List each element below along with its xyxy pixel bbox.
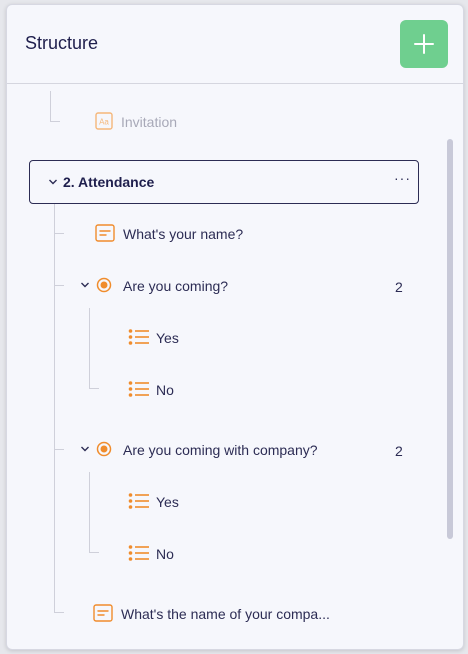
more-options-icon[interactable]: ··· [394,170,411,186]
svg-text:Aa: Aa [99,118,109,127]
panel-header: Structure [7,5,463,84]
chevron-down-icon[interactable] [80,445,90,453]
tree-guide [50,91,51,121]
radio-icon [96,277,112,293]
tree-item-label: Are you coming? [123,278,229,294]
tree-guide [89,552,99,553]
plus-icon [414,34,434,54]
list-option-icon [128,329,149,345]
list-option-icon [128,493,149,509]
panel-title: Structure [25,33,99,53]
list-option-icon [128,545,149,561]
option-label: No [156,546,174,562]
section-label: 2. Attendance [63,174,155,190]
section-attendance[interactable]: 2. Attendance ··· [29,160,419,204]
list-option-icon [128,381,149,397]
tree-guide [89,388,99,389]
tree-item-label: What's your name? [123,226,244,242]
option-count: 2 [395,443,403,459]
option-label: Yes [156,494,179,510]
option-label: Yes [156,330,179,346]
short-text-icon [95,224,115,242]
chevron-down-icon[interactable] [80,281,90,289]
tree-guide [54,285,64,286]
structure-panel: Structure Aa Invitation 2. Attendance ··… [6,4,464,650]
tree-item-label: Invitation [121,114,178,130]
option-label: No [156,382,174,398]
tree-guide [89,472,90,552]
tree-guide [54,202,55,612]
chevron-down-icon[interactable] [48,178,58,186]
tree-guide [54,612,64,613]
tree-guide [89,308,90,388]
add-button[interactable] [400,20,448,68]
tree-guide [54,449,64,450]
tree-item-label: What's the name of your compa... [121,606,330,622]
scrollbar[interactable] [447,139,453,539]
tree-guide [50,121,60,122]
short-text-icon [93,604,113,622]
tree-guide [54,233,64,234]
text-format-icon: Aa [95,112,113,130]
option-count: 2 [395,279,403,295]
radio-icon [96,441,112,457]
tree-item-label: Are you coming with company? [123,442,318,458]
